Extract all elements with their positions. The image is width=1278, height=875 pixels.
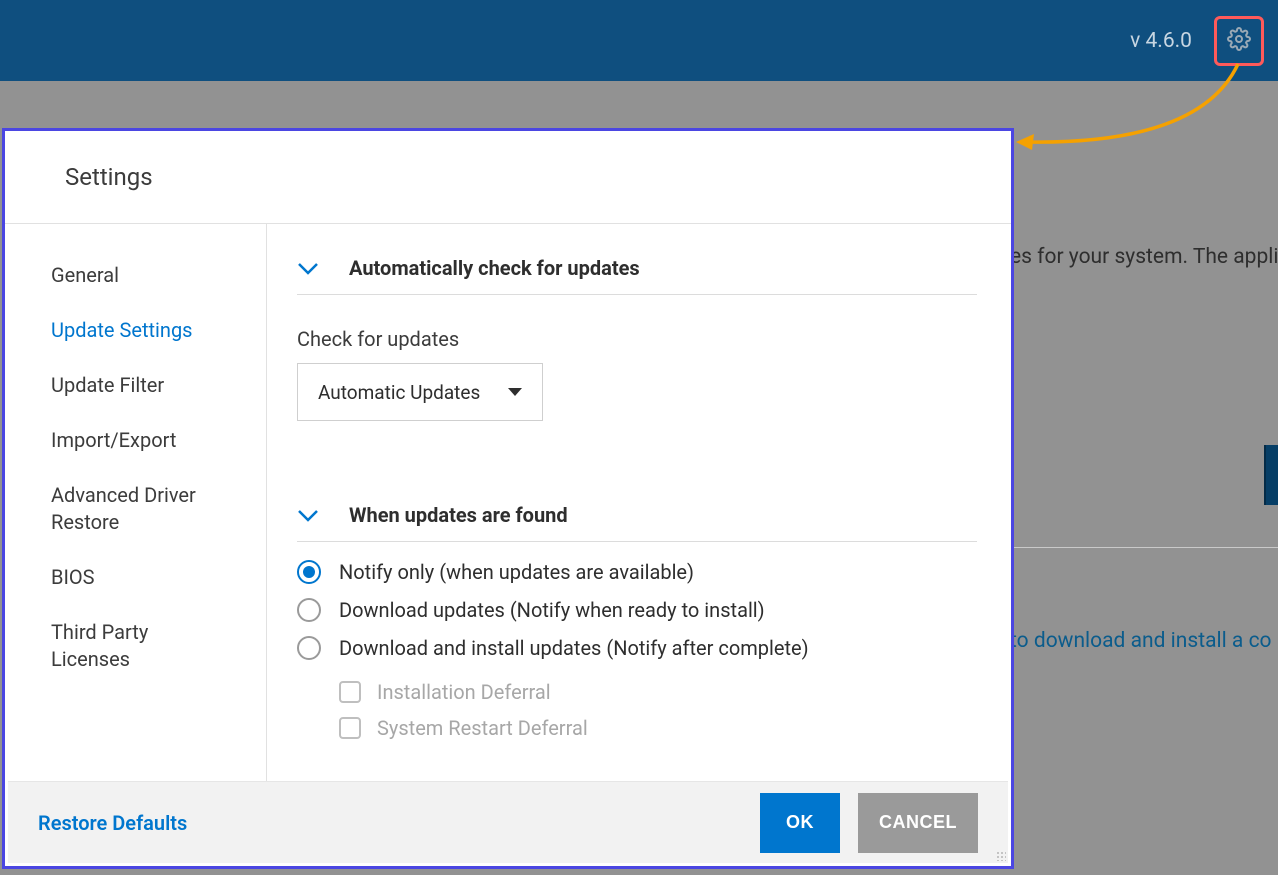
settings-dialog: Settings General Update Settings Update …	[2, 128, 1014, 869]
dialog-footer: Restore Defaults OK CANCEL	[8, 781, 1008, 863]
radio-label: Notify only (when updates are available)	[339, 560, 694, 584]
sidebar-item-general[interactable]: General	[5, 248, 266, 303]
update-action-radio-group: Notify only (when updates are available)…	[297, 560, 977, 660]
update-mode-select[interactable]: Automatic Updates	[297, 363, 543, 421]
content-fade	[267, 751, 991, 781]
checkbox-label: System Restart Deferral	[377, 716, 588, 740]
gear-icon	[1227, 27, 1251, 55]
radio-notify-only[interactable]: Notify only (when updates are available)	[297, 560, 977, 584]
chevron-down-icon	[297, 261, 319, 275]
section-auto-check[interactable]: Automatically check for updates	[297, 246, 977, 295]
sidebar-item-third-party-licenses[interactable]: Third Party Licenses	[5, 605, 266, 687]
check-for-updates-label: Check for updates	[297, 327, 977, 351]
dropdown-icon	[508, 388, 522, 396]
radio-download-notify[interactable]: Download updates (Notify when ready to i…	[297, 598, 977, 622]
update-mode-select-value: Automatic Updates	[318, 381, 480, 404]
checkbox-label: Installation Deferral	[377, 680, 551, 704]
restore-defaults-link[interactable]: Restore Defaults	[38, 811, 187, 835]
checkbox-restart-deferral[interactable]: System Restart Deferral	[339, 716, 977, 740]
deferral-checkbox-group: Installation Deferral System Restart Def…	[339, 680, 977, 740]
sidebar-item-update-settings[interactable]: Update Settings	[5, 303, 266, 358]
settings-content: Automatically check for updates Check fo…	[267, 224, 1011, 781]
settings-gear-highlight[interactable]	[1214, 16, 1264, 66]
app-header: v 4.6.0	[0, 0, 1278, 81]
background-divider	[1010, 547, 1278, 548]
background-text-top: es for your system. The appli	[1010, 245, 1278, 269]
section-when-found[interactable]: When updates are found	[297, 493, 977, 542]
sidebar-item-update-filter[interactable]: Update Filter	[5, 358, 266, 413]
section-title-when-found: When updates are found	[349, 503, 568, 527]
resize-grip[interactable]	[996, 851, 1006, 861]
sidebar-item-advanced-driver-restore[interactable]: Advanced Driver Restore	[5, 468, 266, 550]
checkbox-installation-deferral[interactable]: Installation Deferral	[339, 680, 977, 704]
radio-label: Download and install updates (Notify aft…	[339, 636, 809, 660]
radio-label: Download updates (Notify when ready to i…	[339, 598, 765, 622]
ok-button[interactable]: OK	[760, 793, 840, 853]
cancel-button[interactable]: CANCEL	[858, 793, 978, 853]
section-title-auto-check: Automatically check for updates	[349, 256, 640, 280]
background-text-link: to download and install a co	[1010, 629, 1272, 653]
background-button-fragment	[1264, 445, 1278, 505]
sidebar-item-import-export[interactable]: Import/Export	[5, 413, 266, 468]
radio-download-install[interactable]: Download and install updates (Notify aft…	[297, 636, 977, 660]
settings-sidebar: General Update Settings Update Filter Im…	[5, 224, 267, 781]
chevron-down-icon	[297, 508, 319, 522]
dialog-title: Settings	[5, 131, 1011, 224]
sidebar-item-bios[interactable]: BIOS	[5, 550, 266, 605]
version-label: v 4.6.0	[1130, 29, 1192, 53]
